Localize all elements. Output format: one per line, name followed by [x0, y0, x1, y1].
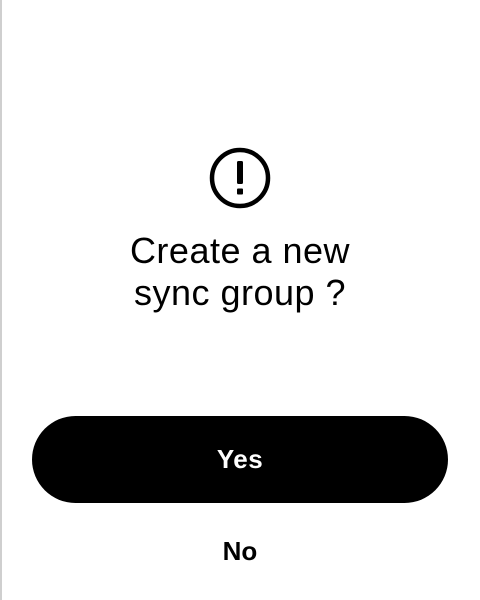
screen-edge-divider	[0, 0, 2, 600]
dialog-title-line-1: Create a new	[129, 230, 351, 271]
no-button[interactable]: No	[190, 528, 290, 574]
yes-button[interactable]: Yes	[32, 416, 448, 503]
no-button-label: No	[222, 535, 258, 566]
exclamation-circle-icon	[209, 147, 271, 209]
dialog-title-line-2: sync group ?	[133, 272, 347, 313]
yes-button-label: Yes	[216, 444, 264, 474]
dialog-title: Create a new sync group ?	[40, 230, 440, 314]
confirm-dialog-screen: Create a new sync group ? Yes No	[0, 0, 480, 600]
